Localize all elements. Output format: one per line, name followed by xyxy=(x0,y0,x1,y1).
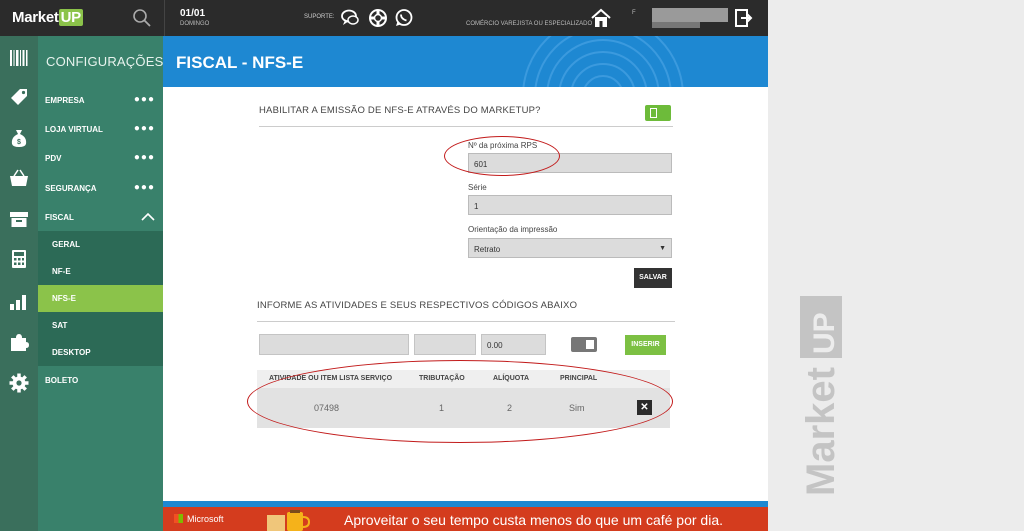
menu-item-label: LOJA VIRTUAL xyxy=(45,125,103,134)
enable-nfse-toggle[interactable] xyxy=(645,105,671,121)
lifebuoy-icon[interactable] xyxy=(368,8,388,28)
submenu-item-nfs-e[interactable]: NFS-E xyxy=(38,285,163,312)
dropdown-arrow-icon: ▼ xyxy=(659,245,666,252)
logo-up-badge: UP xyxy=(58,9,83,26)
watermark-market-text: Market xyxy=(800,367,843,496)
topbar-divider xyxy=(164,0,165,36)
menu-item-seguranca[interactable]: SEGURANÇA ●●● xyxy=(38,174,163,202)
annotation-ellipse xyxy=(444,136,560,176)
tag-icon[interactable] xyxy=(8,86,30,108)
money-bag-icon[interactable]: $ xyxy=(8,127,30,149)
divider xyxy=(257,321,675,322)
ad-banner[interactable]: Microsoft Aproveitar o seu tempo custa m… xyxy=(163,507,768,531)
menu-item-label: EMPRESA xyxy=(45,96,85,105)
business-plan-label: COMÉRCIO VAREJISTA OU ESPECIALIZADO xyxy=(466,21,593,27)
serie-label: Série xyxy=(468,183,487,192)
save-button[interactable]: SALVAR xyxy=(634,268,672,288)
menu-item-fiscal[interactable]: FISCAL xyxy=(38,203,163,231)
annotation-ellipse xyxy=(247,360,673,443)
toggle-knob xyxy=(650,108,657,118)
bar-chart-icon[interactable] xyxy=(8,290,30,312)
module-icon-bar: $ xyxy=(0,36,38,531)
insert-button[interactable]: INSERIR xyxy=(625,335,666,355)
serie-input[interactable]: 1 xyxy=(468,195,672,215)
submenu-item-label: GERAL xyxy=(52,240,80,249)
toggle-knob xyxy=(586,340,594,349)
watermark-up-text: UP xyxy=(808,312,841,354)
page-header: FISCAL - NFS-E xyxy=(163,36,768,87)
coffee-cup-icon xyxy=(267,510,311,531)
barcode-icon[interactable] xyxy=(8,47,30,69)
puzzle-icon[interactable] xyxy=(8,331,30,353)
activities-label: INFORME AS ATIVIDADES E SEUS RESPECTIVOS… xyxy=(257,300,578,311)
top-bar: Market UP 01/01 DOMINGO SUPORTE: COMÉRCIO… xyxy=(0,0,768,36)
ad-text: Aproveitar o seu tempo custa menos do qu… xyxy=(344,512,723,528)
submenu-item-label: NFS-E xyxy=(52,294,76,303)
tributacao-input[interactable] xyxy=(414,334,476,355)
basket-icon[interactable] xyxy=(8,167,30,189)
submenu-item-nf-e[interactable]: NF-E xyxy=(38,258,163,285)
more-dots-icon[interactable]: ●●● xyxy=(134,94,155,105)
microsoft-logo: Microsoft xyxy=(174,514,224,524)
submenu-item-desktop[interactable]: DESKTOP xyxy=(38,339,163,366)
submenu-item-geral[interactable]: GERAL xyxy=(38,231,163,258)
menu-title: CONFIGURAÇÕES xyxy=(46,54,164,69)
fiscal-submenu: GERAL NF-E NFS-E SAT DESKTOP xyxy=(38,231,163,366)
enable-nfse-label: HABILITAR A EMISSÃO DE NFS-E ATRAVÉS DO … xyxy=(259,105,541,116)
settings-menu: CONFIGURAÇÕES EMPRESA ●●● LOJA VIRTUAL ●… xyxy=(38,36,163,531)
menu-item-boleto[interactable]: BOLETO xyxy=(38,366,163,394)
menu-item-empresa[interactable]: EMPRESA ●●● xyxy=(38,86,163,114)
marketup-watermark: Market UP xyxy=(800,296,843,496)
logout-icon[interactable] xyxy=(735,9,753,27)
principal-toggle[interactable] xyxy=(571,337,597,352)
submenu-item-label: DESKTOP xyxy=(52,348,91,357)
submenu-item-sat[interactable]: SAT xyxy=(38,312,163,339)
user-email-redacted xyxy=(652,22,700,28)
more-dots-icon[interactable]: ●●● xyxy=(134,182,155,193)
aliquota-input[interactable]: 0.00 xyxy=(481,334,546,355)
more-dots-icon[interactable]: ●●● xyxy=(134,152,155,163)
logo-text: Market xyxy=(12,9,59,26)
menu-item-loja-virtual[interactable]: LOJA VIRTUAL ●●● xyxy=(38,115,163,143)
submenu-item-label: NF-E xyxy=(52,267,71,276)
main-content: HABILITAR A EMISSÃO DE NFS-E ATRAVÉS DO … xyxy=(163,87,768,501)
menu-item-label: FISCAL xyxy=(45,213,74,222)
gear-icon[interactable] xyxy=(8,372,30,394)
user-name-redacted[interactable] xyxy=(652,8,728,22)
chevron-up-icon[interactable] xyxy=(141,212,155,221)
home-icon[interactable] xyxy=(590,7,612,29)
activity-code-input[interactable] xyxy=(259,334,409,355)
microsoft-logo-icon xyxy=(174,514,183,523)
menu-item-pdv[interactable]: PDV ●●● xyxy=(38,144,163,172)
menu-item-label: BOLETO xyxy=(45,376,79,385)
search-icon[interactable] xyxy=(132,8,152,28)
whatsapp-icon[interactable] xyxy=(394,8,414,28)
calculator-icon[interactable] xyxy=(8,248,30,270)
orientation-select[interactable]: Retrato ▼ xyxy=(468,238,672,258)
svg-text:$: $ xyxy=(17,139,21,146)
user-initial: F xyxy=(632,10,636,16)
orientation-selected-value: Retrato xyxy=(474,245,501,254)
chat-icon[interactable] xyxy=(340,8,360,28)
box-icon[interactable] xyxy=(8,208,30,230)
header-wave-pattern xyxy=(522,36,684,87)
more-dots-icon[interactable]: ●●● xyxy=(134,123,155,134)
ad-brand: Microsoft xyxy=(187,514,224,524)
current-date: 01/01 xyxy=(180,8,206,19)
menu-item-label: SEGURANÇA xyxy=(45,184,97,193)
submenu-item-label: SAT xyxy=(52,321,68,330)
page-title: FISCAL - NFS-E xyxy=(176,53,304,72)
support-label: SUPORTE: xyxy=(304,14,335,20)
marketup-logo[interactable]: Market UP xyxy=(12,9,83,26)
menu-item-label: PDV xyxy=(45,154,62,163)
divider xyxy=(259,126,673,127)
orientation-label: Orientação da impressão xyxy=(468,225,558,234)
current-day: DOMINGO xyxy=(180,21,210,27)
